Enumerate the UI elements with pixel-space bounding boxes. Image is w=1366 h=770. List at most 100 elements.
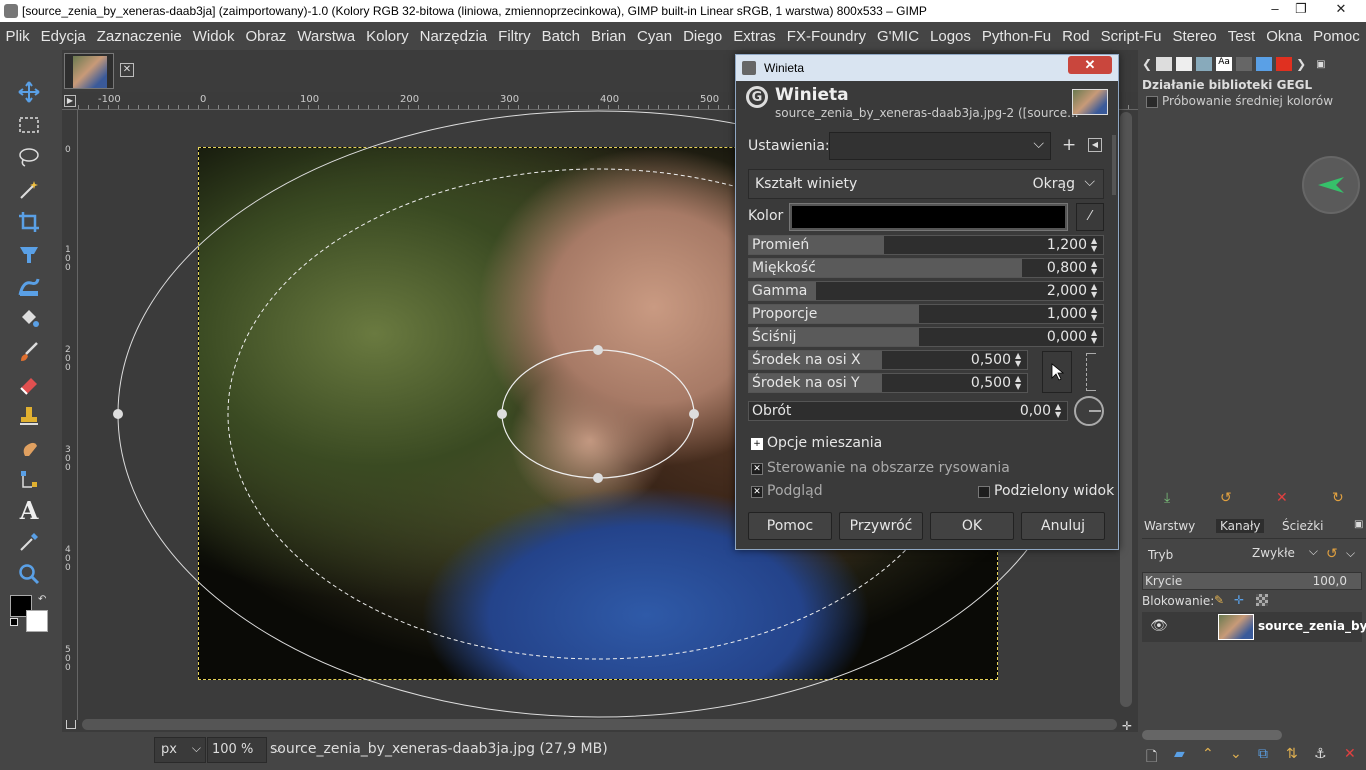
smudge-icon[interactable] — [14, 434, 44, 462]
image-tab-thumbnail[interactable] — [64, 53, 114, 89]
zoom-select[interactable]: 100 % ⌵ — [207, 737, 282, 763]
radius-slider[interactable]: Promień 1,200 ▲ ▼ — [748, 235, 1104, 255]
menu-kolory[interactable]: Kolory — [361, 28, 415, 45]
quick-mask-icon[interactable] — [66, 719, 76, 729]
paths-icon[interactable] — [14, 465, 44, 493]
layer-row[interactable]: 👁 source_zenia_by_ — [1142, 612, 1366, 642]
menu-edycja[interactable]: Edycja — [35, 28, 91, 45]
new-layer-icon[interactable]: 🗋 — [1146, 746, 1157, 770]
menu-batch[interactable]: Batch — [536, 28, 585, 45]
split-view-label[interactable]: Podzielony widok — [994, 483, 1114, 499]
menu-script-fu[interactable]: Script-Fu — [1095, 28, 1167, 45]
lock-alpha-icon[interactable] — [1256, 594, 1268, 606]
reset-icon[interactable]: ↻ — [1332, 490, 1344, 506]
text-icon[interactable]: A — [14, 496, 44, 525]
raise-layer-icon[interactable]: ⌃ — [1202, 746, 1214, 762]
colors-tab-icon[interactable] — [1276, 57, 1293, 71]
minimize-button[interactable]: – — [1262, 0, 1288, 20]
gegl-item-checkbox[interactable] — [1146, 96, 1158, 108]
unit-select[interactable]: px ⌵ — [154, 737, 206, 763]
clone-icon[interactable] — [14, 402, 44, 430]
menu-test[interactable]: Test — [1222, 28, 1261, 45]
patterns-tab-icon[interactable] — [1176, 57, 1193, 71]
ok-button[interactable]: OK — [930, 512, 1014, 540]
restore-icon[interactable]: ↺ — [1220, 490, 1232, 506]
tab-layers[interactable]: Warstwy — [1144, 519, 1195, 533]
cancel-button[interactable]: Anuluj — [1021, 512, 1105, 540]
delete-layer-icon[interactable]: ✕ — [1344, 746, 1356, 762]
help-button[interactable]: Pomoc — [748, 512, 832, 540]
color-button[interactable] — [789, 203, 1068, 231]
canvas-control-label[interactable]: Sterowanie na obszarze rysowania — [767, 460, 1010, 476]
lasso-icon[interactable] — [14, 143, 44, 171]
duplicate-layer-icon[interactable]: ⧉ — [1258, 746, 1268, 762]
chevron-left-icon[interactable]: ❮ — [1142, 57, 1152, 71]
paintbrush-icon[interactable] — [14, 338, 44, 366]
blend-options-label[interactable]: Opcje mieszania — [767, 435, 882, 451]
mode-select[interactable]: Zwykłe ⌵ — [1248, 544, 1320, 566]
menu-filtry[interactable]: Filtry — [493, 28, 537, 45]
menu-narzedzia[interactable]: Narzędzia — [414, 28, 493, 45]
chevron-down-icon[interactable]: ⌵ — [1346, 546, 1355, 561]
menu-cyan[interactable]: Cyan — [632, 28, 678, 45]
presets-select[interactable]: ⌵ — [829, 132, 1051, 160]
preview-label[interactable]: Podgląd — [767, 483, 823, 499]
shape-select[interactable]: Kształt winiety Okrąg ⌵ — [748, 169, 1104, 199]
menu-plik[interactable]: Plik — [0, 28, 35, 45]
squeeze-slider[interactable]: Ściśnij 0,000 ▲ ▼ — [748, 327, 1104, 347]
anchor-icon[interactable]: ⚓ — [1314, 746, 1327, 762]
close-window-button[interactable]: ✕ — [1328, 0, 1354, 20]
ruler-menu-icon[interactable]: ▶ — [64, 95, 76, 107]
spin-arrows-icon[interactable]: ▲ ▼ — [1091, 260, 1100, 276]
eye-icon[interactable]: 👁 — [1150, 618, 1168, 634]
spin-arrows-icon[interactable]: ▲ ▼ — [1091, 237, 1100, 253]
merge-layer-icon[interactable]: ⇅ — [1286, 746, 1298, 762]
center-x-slider[interactable]: Środek na osi X 0,500 ▲ ▼ — [748, 350, 1028, 370]
dock-menu-icon[interactable]: ▣ — [1316, 59, 1325, 70]
menu-rod[interactable]: Rod — [1057, 28, 1096, 45]
menu-python-fu[interactable]: Python-Fu — [976, 28, 1056, 45]
spin-arrows-icon[interactable]: ▲ ▼ — [1091, 329, 1100, 345]
menu-widok[interactable]: Widok — [187, 28, 240, 45]
bucket-fill-icon[interactable] — [14, 305, 44, 333]
pick-center-button[interactable] — [1042, 351, 1072, 393]
menu-brian[interactable]: Brian — [586, 28, 632, 45]
menu-obraz[interactable]: Obraz — [240, 28, 292, 45]
menu-fx-foundry[interactable]: FX-Foundry — [781, 28, 871, 45]
eraser-icon[interactable] — [14, 370, 44, 398]
spin-arrows-icon[interactable]: ▲ ▼ — [1091, 283, 1100, 299]
lower-layer-icon[interactable]: ⌄ — [1230, 746, 1242, 762]
dialog-titlebar[interactable]: Winieta ✕ — [736, 55, 1118, 81]
add-preset-icon[interactable]: + — [1062, 135, 1076, 155]
gamma-slider[interactable]: Gamma 2,000 ▲ ▼ — [748, 281, 1104, 301]
color-picker-icon[interactable] — [14, 528, 44, 556]
menu-gmic[interactable]: G'MIC — [872, 28, 925, 45]
histogram-tab-icon[interactable] — [1256, 57, 1273, 71]
reset-button[interactable]: Przywróć — [839, 512, 923, 540]
default-colors-icon[interactable] — [10, 618, 18, 626]
tab-channels[interactable]: Kanały — [1216, 519, 1265, 533]
rotation-slider[interactable]: Obrót 0,00 ▲ ▼ — [748, 401, 1068, 421]
save-icon[interactable]: ⤓ — [1164, 490, 1170, 506]
images-tab-icon[interactable] — [1236, 57, 1253, 71]
menu-zaznaczenie[interactable]: Zaznaczenie — [91, 28, 187, 45]
zoom-icon[interactable] — [14, 560, 44, 588]
dialog-close-button[interactable]: ✕ — [1068, 56, 1112, 74]
new-group-icon[interactable]: ▰ — [1174, 746, 1185, 762]
spin-arrows-icon[interactable]: ▲ ▼ — [1015, 352, 1024, 368]
preview-checkbox[interactable]: ✕ — [751, 486, 763, 498]
opacity-slider[interactable]: Krycie 100,0 — [1142, 572, 1362, 590]
split-view-checkbox[interactable] — [978, 486, 990, 498]
spin-arrows-icon[interactable]: ▲ ▼ — [1015, 375, 1024, 391]
navigate-icon[interactable]: ✛ — [1122, 719, 1132, 732]
expander-plus-icon[interactable]: + — [751, 438, 763, 450]
warp-icon[interactable] — [14, 273, 44, 301]
menu-pomoc[interactable]: Pomoc — [1308, 28, 1366, 45]
close-tab-icon[interactable]: ✕ — [120, 63, 134, 77]
chain-link-icon[interactable] — [1086, 353, 1096, 391]
maximize-button[interactable]: ❐ — [1288, 0, 1314, 20]
rect-select-icon[interactable] — [14, 111, 44, 139]
vertical-scrollbar[interactable] — [1120, 112, 1132, 707]
gegl-item-label[interactable]: Próbowanie średniej kolorów — [1162, 94, 1333, 108]
crop-icon[interactable] — [14, 208, 44, 236]
